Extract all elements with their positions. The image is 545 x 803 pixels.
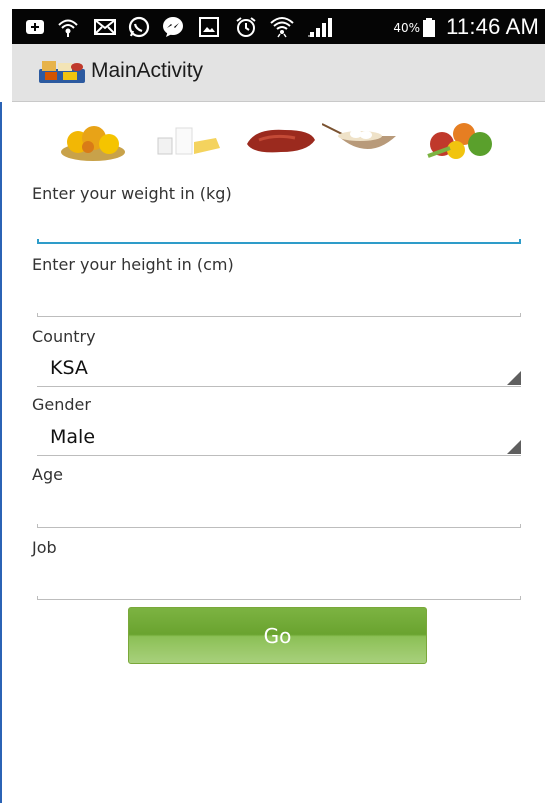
wifi-icon [270,9,294,44]
go-button[interactable]: Go [128,607,427,664]
alarm-icon [235,9,257,44]
messenger-icon [162,9,184,44]
plus-box-icon [25,9,45,44]
page-title: MainActivity [91,59,204,82]
action-bar: MainActivity [12,44,545,102]
dropdown-arrow-icon [507,371,521,385]
vegetables-icon [420,120,498,164]
gender-value: Male [50,426,96,448]
age-label: Age [32,465,63,484]
job-label: Job [32,538,57,557]
weight-input[interactable] [37,232,521,244]
food-app-icon [39,59,85,89]
country-label: Country [32,327,96,346]
height-label: Enter your height in (cm) [32,255,234,274]
milk-cheese-icon [156,124,222,162]
weight-label: Enter your weight in (kg) [32,184,232,203]
wifi-hotspot-icon [57,9,79,44]
go-button-label: Go [263,623,292,648]
gender-label: Gender [32,395,91,414]
battery-icon [423,9,435,44]
eggs-bowl-icon [321,122,398,162]
height-input[interactable] [37,305,521,317]
country-spinner[interactable]: KSA [37,357,521,387]
gender-spinner[interactable]: Male [37,426,521,456]
dropdown-arrow-icon [507,440,521,454]
clock: 11:46 AM [446,13,539,39]
window-edge [0,102,2,803]
fruits-bowl-icon [58,122,128,166]
whatsapp-icon [128,9,150,44]
status-bar: 40% 11:46 AM [12,9,545,44]
country-value: KSA [50,357,88,379]
age-input[interactable] [37,516,521,528]
gallery-icon [199,9,219,44]
mail-icon [94,9,116,44]
job-input[interactable] [37,588,521,600]
signal-icon [308,9,336,44]
meat-icon [245,124,317,160]
battery-percent: 40% [393,20,420,35]
